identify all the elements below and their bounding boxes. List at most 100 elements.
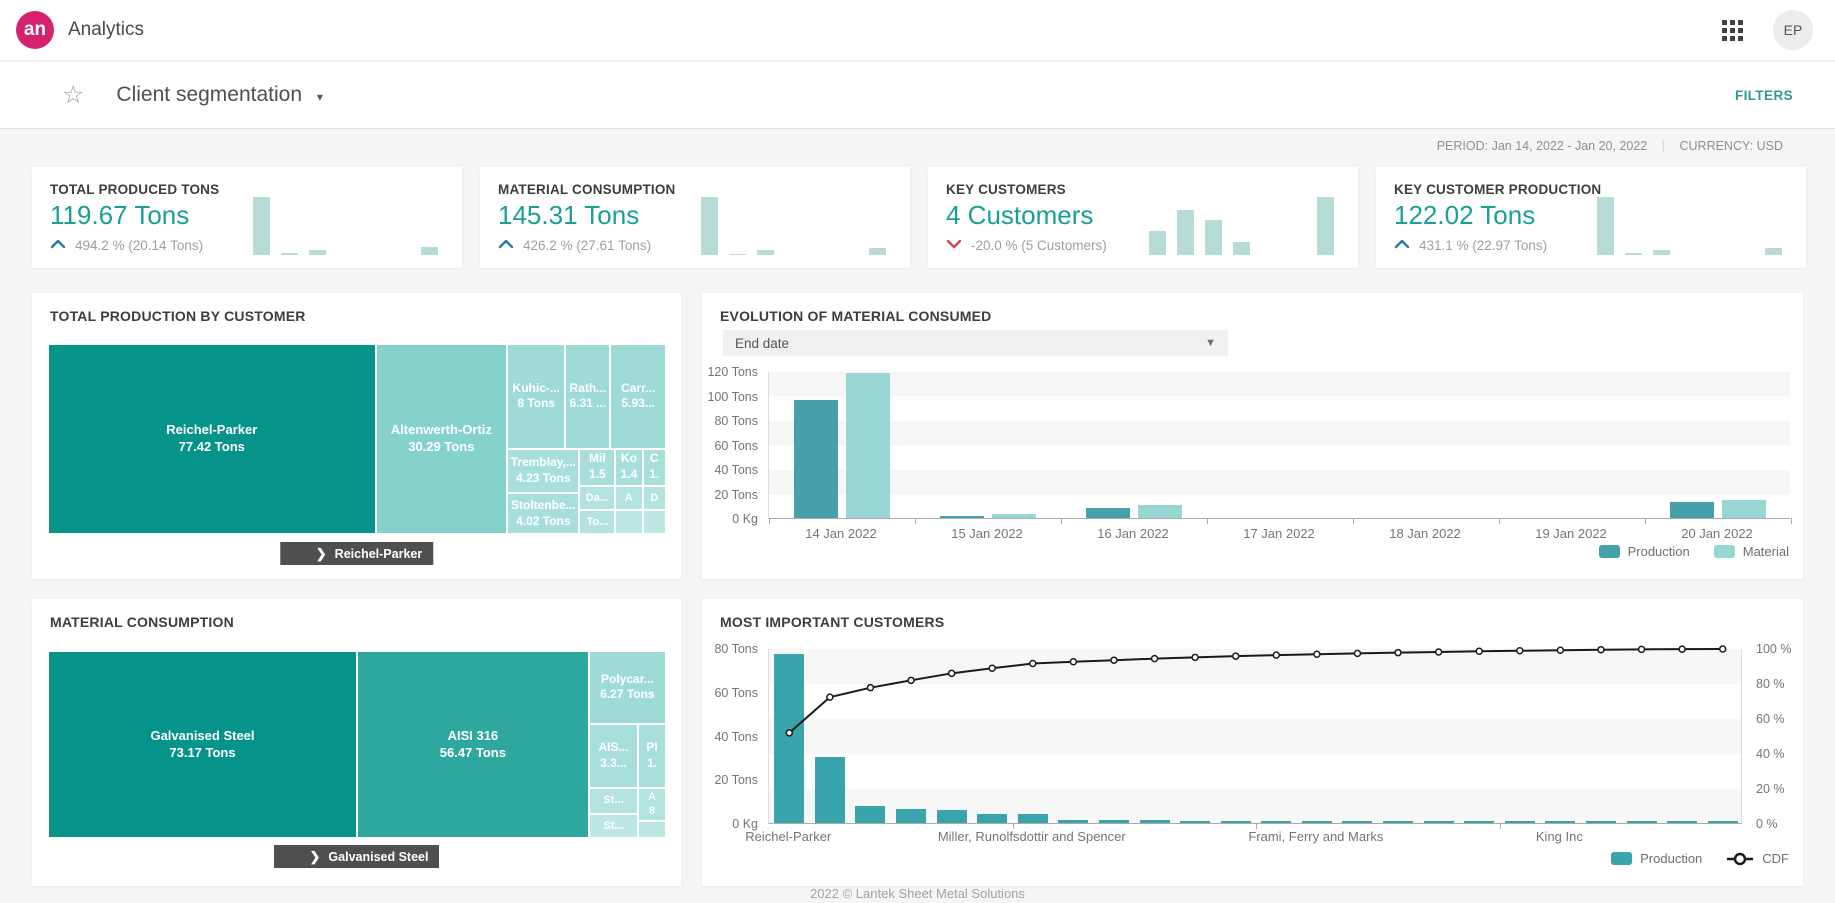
pareto-plot-area[interactable] — [768, 649, 1742, 824]
treemap-cell[interactable]: Rath...6.31 ... — [565, 344, 610, 449]
copyright-footer: 2022 © Lantek Sheet Metal Solutions — [0, 886, 1835, 901]
top-bar: an Analytics EP — [0, 0, 1835, 61]
y-tick-label: 80 Tons — [714, 642, 758, 656]
app-logo[interactable]: an — [16, 11, 54, 49]
y-tick-label: 40 Tons — [714, 463, 758, 477]
chevron-down-icon: ▾ — [317, 90, 323, 104]
panel-most-important-customers: MOST IMPORTANT CUSTOMERS 0 Kg20 Tons40 T… — [702, 599, 1803, 886]
legend-label: Production — [1628, 544, 1690, 559]
treemap-cell[interactable]: A — [615, 486, 642, 511]
treemap-cell[interactable]: St... — [589, 788, 638, 814]
apps-grid-icon[interactable] — [1718, 16, 1747, 45]
panel-title: MOST IMPORTANT CUSTOMERS — [702, 599, 1803, 630]
pareto-x-axis: Reichel-ParkerMiller, Runolfsdottir and … — [768, 829, 1742, 847]
dashboard-title: Client segmentation — [116, 83, 302, 106]
evolution-bar[interactable] — [794, 400, 838, 518]
evolution-bar[interactable] — [1138, 505, 1182, 518]
period-currency-bar: PERIOD: Jan 14, 2022 - Jan 20, 2022 | CU… — [1437, 139, 1783, 153]
evolution-bar[interactable] — [940, 516, 984, 518]
evolution-y-axis: 0 Kg20 Tons40 Tons60 Tons80 Tons100 Tons… — [702, 372, 764, 519]
treemap-cell[interactable]: Polycar...6.27 Tons — [589, 651, 666, 724]
treemap-cell[interactable]: Kuhic-...8 Tons — [507, 344, 565, 449]
end-date-dropdown[interactable]: End date ▼ — [723, 330, 1228, 356]
legend-item-cdf[interactable]: CDF — [1726, 851, 1789, 866]
treemap-cell[interactable] — [638, 821, 666, 838]
evolution-plot-area[interactable] — [768, 372, 1790, 519]
treemap-cell[interactable]: AIS...3.3... — [589, 724, 638, 788]
trend-up-icon — [1394, 238, 1410, 253]
y-tick-label: 80 Tons — [714, 414, 758, 428]
y-tick-label: 20 Tons — [714, 773, 758, 787]
treemap-cell[interactable] — [615, 510, 642, 534]
legend-item-production[interactable]: Production — [1611, 851, 1702, 866]
chevron-right-icon: ❯ — [310, 849, 321, 865]
treemap-cell[interactable] — [643, 510, 666, 534]
trend-up-icon — [498, 238, 514, 253]
treemap-cell[interactable]: Stoltenbe...4.02 Tons — [507, 493, 579, 534]
x-tick-label: 20 Jan 2022 — [1681, 526, 1753, 541]
y2-tick-label: 40 % — [1756, 747, 1785, 761]
treemap-cell[interactable]: Tremblay,...4.23 Tons — [507, 449, 579, 494]
panel-production-by-customer: TOTAL PRODUCTION BY CUSTOMER Reichel-Par… — [32, 293, 681, 579]
axis-tick — [769, 518, 770, 524]
currency-value: USD — [1757, 139, 1783, 153]
kpi-delta-text: 494.2 % (20.14 Tons) — [75, 238, 203, 253]
favorite-star-icon[interactable]: ☆ — [62, 83, 84, 108]
y2-tick-label: 100 % — [1756, 642, 1791, 656]
treemap-cell[interactable]: Ko1.4 — [615, 449, 642, 486]
x-tick-label: Reichel-Parker — [745, 829, 831, 844]
kpi-sparkline — [1597, 195, 1782, 255]
treemap-cell[interactable]: Pl1. — [638, 724, 666, 788]
y-tick-label: 40 Tons — [714, 730, 758, 744]
treemap-cell[interactable]: Da... — [579, 486, 615, 511]
evolution-bar[interactable] — [992, 514, 1036, 518]
kpi-sparkline — [253, 195, 438, 255]
treemap-cell[interactable]: Carr...5.93... — [610, 344, 666, 449]
treemap-cell[interactable]: AISI 31656.47 Tons — [357, 651, 589, 838]
evolution-bar[interactable] — [1086, 508, 1130, 518]
analytics-app: an Analytics EP ☆ Client segmentation ▾ … — [0, 0, 1835, 903]
cdf-line — [769, 649, 1743, 824]
evolution-bar[interactable] — [1670, 502, 1714, 518]
axis-tick — [1353, 518, 1354, 524]
treemap-cell[interactable]: Reichel-Parker77.42 Tons — [48, 344, 376, 534]
panel-title: TOTAL PRODUCTION BY CUSTOMER — [32, 293, 681, 324]
evolution-bar[interactable] — [1722, 500, 1766, 518]
trend-down-icon — [946, 238, 962, 253]
legend-label: Production — [1640, 851, 1702, 866]
y-tick-label: 60 Tons — [714, 439, 758, 453]
treemap-cell[interactable]: A8 — [638, 788, 666, 822]
treemap-cell[interactable]: To... — [579, 510, 615, 534]
treemap-breadcrumb-tag[interactable]: ❯ Reichel-Parker — [280, 542, 433, 565]
treemap-cell[interactable]: Altenwerth-Ortiz30.29 Tons — [376, 344, 508, 534]
kpi-sparkline — [1149, 195, 1334, 255]
axis-tick — [1791, 518, 1792, 524]
y2-tick-label: 0 % — [1756, 817, 1778, 831]
filters-button[interactable]: FILTERS — [1735, 88, 1793, 103]
legend-label: Material — [1743, 544, 1789, 559]
legend-item-material[interactable]: Material — [1714, 544, 1789, 559]
treemap-cell[interactable]: St... — [589, 814, 638, 838]
x-tick-label: 16 Jan 2022 — [1097, 526, 1169, 541]
kpi-sparkline — [701, 195, 886, 255]
user-avatar[interactable]: EP — [1773, 10, 1813, 50]
legend-item-production[interactable]: Production — [1599, 544, 1690, 559]
treemap-cell[interactable]: D — [643, 486, 666, 511]
x-tick-label: 18 Jan 2022 — [1389, 526, 1461, 541]
evolution-bar[interactable] — [846, 373, 890, 518]
treemap-cell[interactable]: Mil1.5 — [579, 449, 615, 486]
app-title: Analytics — [68, 19, 144, 41]
x-tick-label: 14 Jan 2022 — [805, 526, 877, 541]
x-tick-label: Frami, Ferry and Marks — [1248, 829, 1383, 844]
legend-label: CDF — [1762, 851, 1789, 866]
dropdown-value: End date — [735, 336, 789, 351]
panel-material-consumption: MATERIAL CONSUMPTION Galvanised Steel73.… — [32, 599, 681, 886]
x-tick-label: 19 Jan 2022 — [1535, 526, 1607, 541]
dashboard-selector[interactable]: Client segmentation ▾ — [116, 83, 322, 107]
treemap-cell[interactable]: Galvanised Steel73.17 Tons — [48, 651, 357, 838]
kpi-delta-text: 431.1 % (22.97 Tons) — [1419, 238, 1547, 253]
tag-label: Reichel-Parker — [335, 547, 423, 561]
production-swatch-icon — [1611, 852, 1632, 865]
treemap-breadcrumb-tag[interactable]: ❯ Galvanised Steel — [274, 845, 440, 868]
treemap-cell[interactable]: C1. — [643, 449, 666, 486]
